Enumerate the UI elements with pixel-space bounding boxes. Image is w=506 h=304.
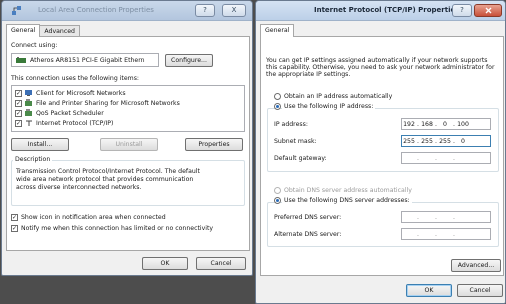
dns-group <box>267 202 499 247</box>
general-panel: You can get IP settings assigned automat… <box>260 36 504 276</box>
tcp-ip-properties-dialog: Internet Protocol (TCP/IP) Properties ? … <box>255 0 506 304</box>
ip-octet: 168 <box>421 120 433 128</box>
obtain-dns-auto-radio[interactable] <box>274 187 281 194</box>
subnet-octet: 255 <box>403 137 415 145</box>
preferred-dns-label: Preferred DNS server: <box>274 214 342 221</box>
protocol-icon <box>26 120 32 126</box>
use-following-dns-label: Use the following DNS server addresses: <box>282 197 412 204</box>
notify-checkbox[interactable]: ✓ <box>11 225 18 232</box>
ip-address-label: IP address: <box>274 121 308 128</box>
octet-separator: . <box>417 213 419 221</box>
components-list[interactable]: ✓ Client for Microsoft Networks ✓ File a… <box>11 85 245 132</box>
advanced-button[interactable]: Advanced... <box>451 259 501 272</box>
intro-line: the appropriate IP settings. <box>266 71 351 78</box>
ok-button[interactable]: OK <box>406 284 452 297</box>
tab-general[interactable]: General <box>6 24 41 37</box>
item-label: Client for Microsoft Networks <box>36 90 126 97</box>
octet-separator: . <box>435 213 437 221</box>
close-button[interactable] <box>474 4 502 17</box>
subnet-octet: 0 <box>461 137 465 145</box>
ip-octet: 192 <box>403 120 415 128</box>
item-label: Internet Protocol (TCP/IP) <box>36 120 114 127</box>
adapter-field: Atheros AR8151 PCI-E Gigabit Ethern <box>11 53 159 67</box>
checkbox-checked-icon[interactable]: ✓ <box>15 100 22 107</box>
checkbox-checked-icon[interactable]: ✓ <box>15 110 22 117</box>
octet-separator: . <box>417 154 419 162</box>
close-button[interactable]: X <box>222 4 246 17</box>
preferred-dns-field[interactable]: . . . <box>401 211 491 223</box>
close-icon <box>485 7 491 14</box>
subnet-mask-label: Subnet mask: <box>274 138 317 145</box>
description-title: Description <box>13 156 53 163</box>
obtain-dns-auto-label: Obtain DNS server address automatically <box>284 187 412 194</box>
intro-line: this capability. Otherwise, you need to … <box>266 64 495 71</box>
ip-octet: 0 <box>443 120 447 128</box>
network-connection-icon <box>12 6 21 15</box>
items-label: This connection uses the following items… <box>11 75 140 82</box>
install-button[interactable]: Install... <box>11 138 69 151</box>
checkbox-checked-icon[interactable]: ✓ <box>15 120 22 127</box>
tab-strip: General <box>260 24 295 37</box>
ip-octet: 100 <box>457 120 469 128</box>
general-panel: Connect using: Atheros AR8151 PCI-E Giga… <box>6 36 250 251</box>
obtain-ip-auto-radio[interactable] <box>274 93 281 100</box>
connect-using-label: Connect using: <box>11 42 58 49</box>
help-button[interactable]: ? <box>195 4 215 17</box>
alternate-dns-label: Alternate DNS server: <box>274 231 342 238</box>
title-bar[interactable]: Internet Protocol (TCP/IP) Properties ? <box>256 1 505 21</box>
title-bar[interactable]: Local Area Connection Properties ? X <box>2 1 252 21</box>
item-label: QoS Packet Scheduler <box>36 110 104 117</box>
default-gateway-field[interactable]: . . . <box>401 152 491 164</box>
description-group <box>11 160 245 206</box>
alternate-dns-field[interactable]: . . . <box>401 228 491 240</box>
configure-button[interactable]: Configure... <box>165 54 213 67</box>
ok-button[interactable]: OK <box>142 257 188 270</box>
properties-button[interactable]: Properties <box>185 138 243 151</box>
help-button[interactable]: ? <box>452 4 472 17</box>
show-icon-checkbox[interactable]: ✓ <box>11 214 18 221</box>
octet-separator: . <box>453 230 455 238</box>
default-gateway-label: Default gateway: <box>274 155 327 162</box>
item-label: File and Printer Sharing for Microsoft N… <box>36 100 180 107</box>
cancel-button[interactable]: Cancel <box>457 284 503 297</box>
description-line: across diverse interconnected networks. <box>16 184 142 191</box>
octet-separator: . <box>453 154 455 162</box>
notify-label: Notify me when this connection has limit… <box>21 225 214 232</box>
qos-icon <box>25 109 32 116</box>
adapter-name: Atheros AR8151 PCI-E Gigabit Ethern <box>30 57 145 64</box>
octet-separator: . <box>453 213 455 221</box>
uninstall-button[interactable]: Uninstall <box>100 138 158 151</box>
network-adapter-icon <box>16 57 26 63</box>
subnet-mask-field[interactable]: 255. 255. 255. 0 <box>401 135 491 147</box>
octet-separator: . <box>435 230 437 238</box>
dialog-title: Internet Protocol (TCP/IP) Properties <box>314 6 460 14</box>
octet-separator: . <box>417 230 419 238</box>
obtain-ip-auto-label: Obtain an IP address automatically <box>284 93 393 100</box>
client-icon <box>25 90 32 96</box>
local-area-connection-properties-dialog: Local Area Connection Properties ? X Gen… <box>1 0 253 276</box>
use-following-dns-radio[interactable] <box>274 197 281 204</box>
file-sharing-icon <box>25 99 32 106</box>
dialog-title: Local Area Connection Properties <box>38 6 154 14</box>
ip-address-field[interactable]: 192. 168. 0. 100 <box>401 118 491 130</box>
checkbox-checked-icon[interactable]: ✓ <box>15 90 22 97</box>
cancel-button[interactable]: Cancel <box>196 257 246 270</box>
subnet-octet: 255 <box>439 137 451 145</box>
show-icon-label: Show icon in notification area when conn… <box>21 214 166 221</box>
use-following-ip-radio[interactable] <box>274 103 281 110</box>
octet-separator: . <box>435 154 437 162</box>
use-following-ip-label: Use the following IP address: <box>282 103 376 110</box>
subnet-octet: 255 <box>421 137 433 145</box>
intro-line: You can get IP settings assigned automat… <box>266 57 488 64</box>
tab-general[interactable]: General <box>260 24 295 37</box>
description-line: wide area network protocol that provides… <box>16 176 194 183</box>
description-line: Transmission Control Protocol/Internet P… <box>16 168 200 175</box>
